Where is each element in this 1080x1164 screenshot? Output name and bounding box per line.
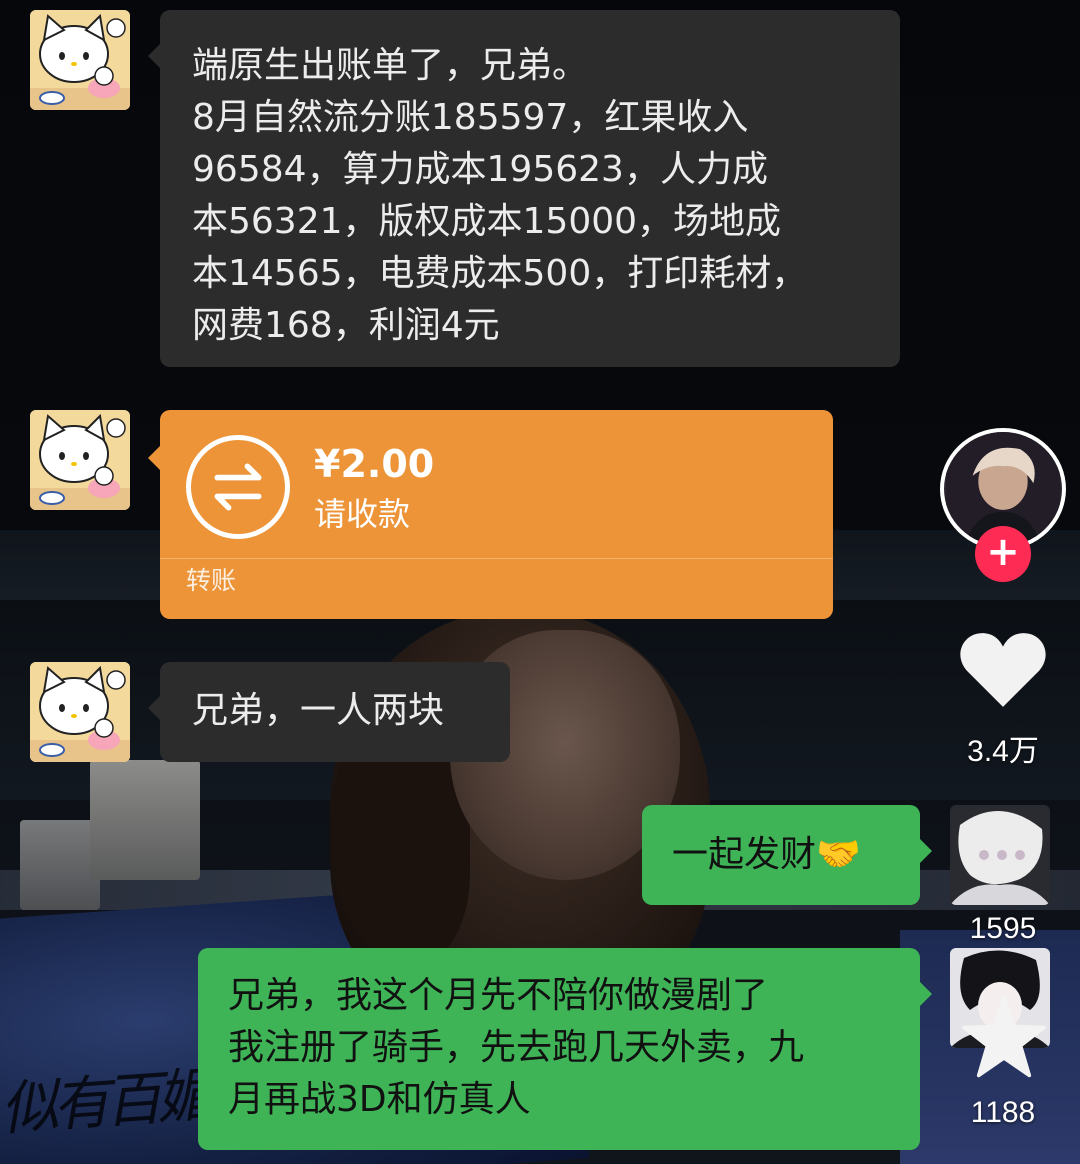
message-text: 一起发财🤝 <box>672 834 861 875</box>
message-line: 月再战3D和仿真人 <box>228 1079 531 1120</box>
message-line: 我注册了骑手，先去跑几天外卖，九 <box>228 1027 805 1068</box>
star-icon[interactable] <box>960 995 1048 1079</box>
favorite-count: 1188 <box>970 1096 1036 1129</box>
friend-avatar[interactable] <box>30 410 130 510</box>
message-line: 本14565，电费成本500，打印耗材， <box>192 253 808 294</box>
message-bill[interactable]: 端原生出账单了，兄弟。 8月自然流分账185597，红果收入 96584，算力成… <box>148 10 900 367</box>
transfer-arrows-icon <box>186 435 290 539</box>
message-line: 96584，算力成本195623，人力成 <box>192 149 768 190</box>
my-avatar[interactable] <box>950 805 1050 905</box>
friend-avatar[interactable] <box>30 10 130 110</box>
transfer-amount: ¥2.00 <box>314 442 435 486</box>
friend-avatar[interactable] <box>30 662 130 762</box>
message-line: 8月自然流分账185597，红果收入 <box>192 97 749 138</box>
message-text: 兄弟，一人两块 <box>192 690 445 731</box>
message-line: 端原生出账单了，兄弟。 <box>192 45 589 86</box>
message-line: 网费168，利润4元 <box>192 305 500 346</box>
divider <box>160 558 833 559</box>
like-count: 3.4万 <box>967 735 1039 768</box>
transfer-card[interactable]: ¥2.00 请收款 转账 <box>148 410 833 619</box>
transfer-status: 请收款 <box>314 495 411 533</box>
heart-icon[interactable] <box>958 625 1048 715</box>
comment-count: 1595 <box>969 912 1037 945</box>
message-split[interactable]: 兄弟，一人两块 <box>148 662 510 762</box>
message-reply[interactable]: 一起发财🤝 <box>642 805 932 905</box>
transfer-kind-label: 转账 <box>186 566 237 595</box>
follow-button[interactable]: + <box>975 526 1031 582</box>
message-line: 兄弟，我这个月先不陪你做漫剧了 <box>228 975 769 1016</box>
plus-icon: + <box>986 529 1020 575</box>
message-line: 本56321，版权成本15000，场地成 <box>192 201 782 242</box>
message-leaving[interactable]: 兄弟，我这个月先不陪你做漫剧了 我注册了骑手，先去跑几天外卖，九 月再战3D和仿… <box>198 948 932 1150</box>
watermark-text: 似有百媚 <box>0 1060 211 1144</box>
